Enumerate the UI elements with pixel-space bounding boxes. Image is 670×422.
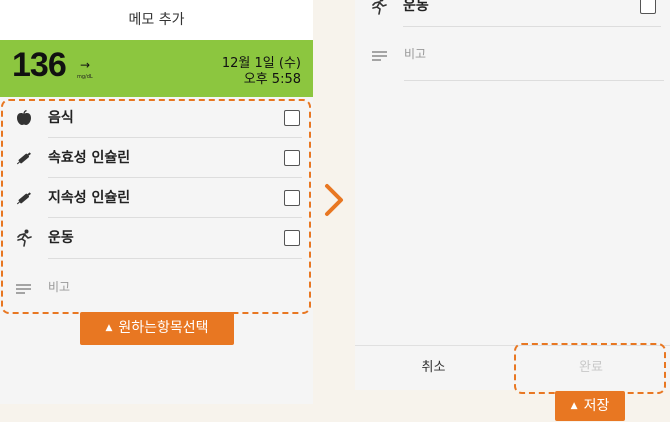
notes-icon (372, 47, 388, 66)
right-phone-screen: 운동 비고 취소 완료 (355, 0, 670, 390)
screen-title: 메모 추가 (0, 0, 313, 40)
memo-input[interactable]: 비고 (404, 45, 426, 62)
done-highlight (514, 343, 666, 394)
memo-item-label: 운동 (403, 0, 429, 14)
time-label: 오후 5:58 (243, 72, 301, 87)
trend-arrow-icon: → (80, 58, 91, 72)
running-icon (369, 0, 389, 16)
triangle-up-icon: ▲ (105, 323, 113, 333)
divider (404, 80, 664, 81)
divider (403, 26, 661, 27)
glucose-header: 136 → mg/dL 12월 1일 (수) 오후 5:58 (0, 40, 313, 97)
glucose-value: 136 (12, 46, 67, 84)
callout-text: 저장 (583, 398, 610, 414)
triangle-up-icon: ▲ (570, 401, 578, 411)
memo-item-checkbox[interactable] (640, 0, 656, 14)
selection-highlight (1, 99, 311, 314)
cancel-button[interactable]: 취소 (355, 345, 512, 390)
save-callout: ▲ 저장 (555, 391, 625, 421)
chevron-right-icon (322, 183, 346, 221)
memo-item-exercise[interactable]: 운동 (355, 0, 668, 26)
callout-text: 원하는항목선택 (118, 320, 209, 336)
select-items-callout: ▲ 원하는항목선택 (80, 312, 234, 345)
glucose-unit: mg/dL (77, 74, 93, 80)
